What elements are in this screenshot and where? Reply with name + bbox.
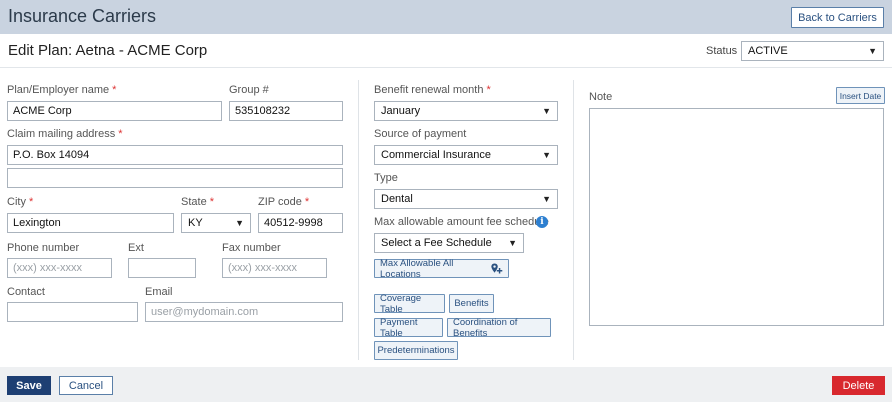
chevron-down-icon: ▼ [235, 218, 244, 228]
location-pin-plus-icon [491, 263, 503, 274]
contact-label: Contact [7, 286, 45, 298]
email-label: Email [145, 286, 173, 298]
page-title: Insurance Carriers [8, 6, 157, 26]
fax-input[interactable]: (xxx) xxx-xxxx [222, 258, 327, 278]
back-to-carriers-button[interactable]: Back to Carriers [791, 7, 884, 28]
max-allowable-label: Max Allowable All Locations [380, 257, 454, 280]
state-select[interactable]: KY ▼ [181, 213, 251, 233]
coordination-of-benefits-button[interactable]: Coordination of Benefits [447, 317, 551, 339]
max-allowable-all-locations-button[interactable]: Max Allowable All Locations [374, 257, 509, 280]
payment-source-value: Commercial Insurance [381, 149, 492, 161]
type-value: Dental [381, 193, 413, 205]
phone-label: Phone number [7, 242, 80, 254]
benefits-button[interactable]: Benefits [449, 294, 494, 313]
renewal-month-value: January [381, 105, 421, 117]
email-input[interactable]: user@mydomain.com [145, 302, 343, 322]
status-label: Status [706, 45, 738, 57]
ext-label: Ext [128, 242, 144, 254]
fee-schedule-select[interactable]: Select a Fee Schedule ▼ [374, 233, 524, 253]
save-button[interactable]: Save [7, 376, 51, 395]
edit-plan-title: Edit Plan: Aetna - ACME Corp [8, 42, 208, 59]
coverage-table-button[interactable]: Coverage Table [374, 293, 445, 315]
city-label: City * [7, 196, 34, 208]
claim-address-label: Claim mailing address * [7, 128, 123, 140]
fax-label: Fax number [222, 242, 281, 254]
status-select-value: ACTIVE [748, 45, 788, 57]
insert-date-button[interactable]: Insert Date [836, 87, 885, 104]
renewal-month-select[interactable]: January ▼ [374, 101, 558, 121]
state-select-value: KY [188, 217, 203, 229]
chevron-down-icon: ▼ [542, 150, 551, 160]
predeterminations-button[interactable]: Predeterminations [374, 341, 458, 360]
chevron-down-icon: ▼ [542, 106, 551, 116]
chevron-down-icon: ▼ [868, 46, 877, 56]
claim-address-line1-input[interactable]: P.O. Box 14094 [7, 145, 343, 165]
payment-source-select[interactable]: Commercial Insurance ▼ [374, 145, 558, 165]
note-textarea[interactable] [589, 108, 884, 326]
status-select[interactable]: ACTIVE ▼ [741, 41, 884, 61]
cancel-button[interactable]: Cancel [59, 376, 113, 395]
column-divider-2 [573, 80, 574, 360]
claim-address-line2-input[interactable] [7, 168, 343, 188]
contact-input[interactable] [7, 302, 138, 322]
type-select[interactable]: Dental ▼ [374, 189, 558, 209]
note-label: Note [589, 91, 613, 103]
fee-schedule-value: Select a Fee Schedule [381, 237, 492, 249]
ext-input[interactable] [128, 258, 196, 278]
info-icon[interactable]: i [536, 216, 548, 228]
type-label: Type [374, 172, 398, 184]
state-label: State * [181, 196, 215, 208]
renewal-month-label: Benefit renewal month * [374, 84, 491, 96]
fee-schedule-label: Max allowable amount fee schedule [374, 216, 549, 228]
city-input[interactable]: Lexington [7, 213, 174, 233]
plan-name-input[interactable]: ACME Corp [7, 101, 222, 121]
payment-source-label: Source of payment [374, 128, 467, 140]
zip-input[interactable]: 40512-9998 [258, 213, 343, 233]
column-divider-1 [358, 80, 359, 360]
footer-bar [0, 367, 892, 402]
zip-label: ZIP code * [258, 196, 310, 208]
phone-input[interactable]: (xxx) xxx-xxxx [7, 258, 112, 278]
plan-name-label: Plan/Employer name * [7, 84, 117, 96]
chevron-down-icon: ▼ [508, 238, 517, 248]
chevron-down-icon: ▼ [542, 194, 551, 204]
top-bar: Insurance Carriers Back to Carriers [0, 0, 892, 34]
group-label: Group # [229, 84, 269, 96]
payment-table-button[interactable]: Payment Table [374, 317, 443, 339]
group-input[interactable]: 535108232 [229, 101, 343, 121]
header-divider [0, 67, 892, 68]
delete-button[interactable]: Delete [832, 376, 885, 395]
